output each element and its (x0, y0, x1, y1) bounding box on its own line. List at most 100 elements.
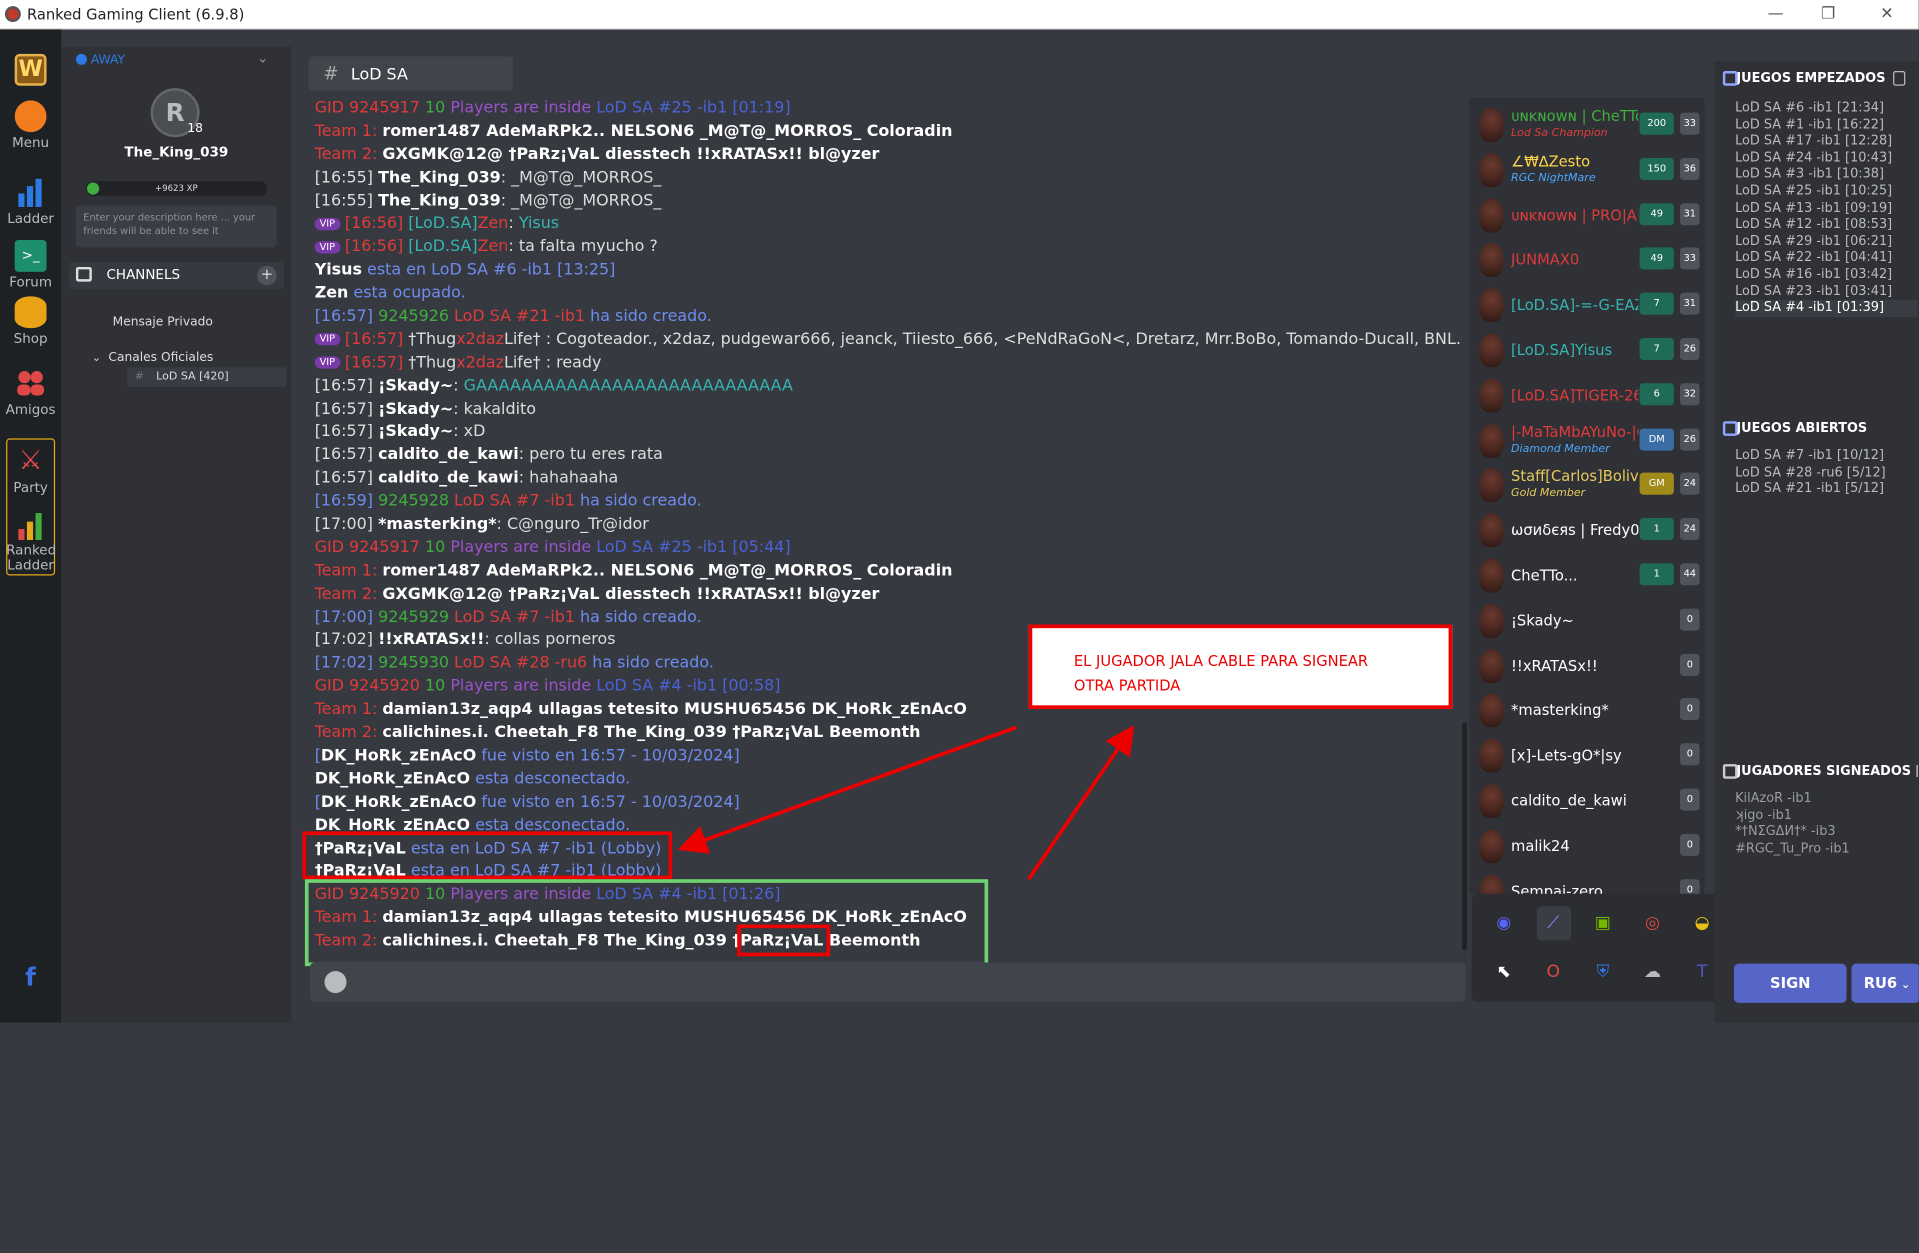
opera-icon[interactable]: O (1536, 955, 1570, 989)
game-item[interactable]: LoD SA #6 -ib1 [21:34] (1735, 100, 1917, 117)
level-badge: 32 (1680, 383, 1700, 406)
user-avatar-icon (1479, 287, 1504, 323)
cloud-off-icon[interactable]: ☁ (1635, 955, 1669, 989)
user-row[interactable]: ¡Skady~ 0 (1469, 599, 1704, 643)
game-item[interactable]: #RGC_Tu_Pro -ib1 (1735, 841, 1917, 858)
user-row[interactable]: [LoD.SA]Yisus 7 26 (1469, 328, 1704, 372)
game-item[interactable]: LoD SA #12 -ib1 [08:53] (1735, 217, 1917, 234)
user-row[interactable]: [LoD.SA]TIGER-26066 32 (1469, 373, 1704, 417)
user-avatar-icon (1479, 197, 1504, 233)
rank-badge: 6 (1639, 383, 1674, 406)
user-name: !!xRATASx!! (1511, 657, 1598, 675)
game-item[interactable]: LoD SA #7 -ib1 [10/12] (1735, 448, 1917, 465)
user-name: JUNMAX0 (1511, 251, 1580, 269)
game-item[interactable]: LoD SA #29 -ib1 [06:21] (1735, 234, 1917, 251)
rank-badge: 1 (1639, 563, 1674, 586)
system-tray-popup: ◉ ⟋ ▣ ◎ ◒ ⬉ O ⛨ ☁ T (1471, 893, 1734, 1002)
user-avatar-icon (1479, 152, 1504, 188)
game-item[interactable]: LoD SA #4 -ib1 [01:39] (1735, 300, 1918, 317)
games-started-list: LoD SA #6 -ib1 [21:34] LoD SA #1 -ib1 [16… (1719, 100, 1918, 317)
user-row[interactable]: CheTTo... 1 44 (1469, 553, 1704, 597)
user-name: [LoD.SA]Yisus (1511, 341, 1613, 359)
user-row[interactable]: JUNMAX0 49 33 (1469, 238, 1704, 282)
game-item[interactable]: LoD SA #1 -ib1 [16:22] (1735, 117, 1917, 134)
games-started-section: JUEGOS EMPEZADOS LoD SA #6 -ib1 [21:34] L… (1719, 64, 1918, 317)
app-window: Ranked Gaming Client (6.9.8) — ❐ ✕ W Men… (0, 0, 1919, 1023)
user-name: Sempai-zero (1511, 882, 1603, 894)
level-badge: 0 (1680, 743, 1700, 766)
feather-icon[interactable]: ⟋ (1536, 906, 1571, 941)
level-badge: 26 (1680, 428, 1700, 451)
games-open-icon (1722, 421, 1738, 436)
user-avatar-icon (1479, 468, 1504, 503)
user-list-scrollbar[interactable] (1462, 722, 1467, 951)
user-row[interactable]: [x]-Lets-gO*|sy 0 (1469, 734, 1704, 778)
level-badge: 24 (1680, 518, 1700, 541)
game-item[interactable]: ʞigo -ib1 (1735, 808, 1917, 825)
rank-badge: 7 (1639, 292, 1674, 315)
discord-icon[interactable]: ◉ (1487, 906, 1521, 940)
user-row[interactable]: |-MaTaMbAYuNo-|C Diamond Member DM 26 (1469, 418, 1704, 462)
user-row[interactable]: ᴜɴᴋɴᴏᴡɴ | CheTToBa Lod Sa Champion 200 33 (1469, 103, 1704, 147)
game-item[interactable]: LoD SA #23 -ib1 [03:41] (1735, 284, 1917, 301)
rank-badge: 1 (1639, 518, 1674, 541)
recorder-icon[interactable]: ◎ (1635, 906, 1669, 940)
game-item[interactable]: LoD SA #22 -ib1 [04:41] (1735, 250, 1917, 267)
user-avatar-icon (1479, 693, 1504, 728)
user-name: ᴜɴᴋɴᴏᴡɴ | CheTToBa (1511, 107, 1638, 125)
user-row[interactable]: ᴜɴᴋɴᴏᴡɴ | PRO|ALBI49 31 (1469, 193, 1704, 237)
sign-button[interactable]: SIGN (1733, 963, 1847, 1003)
user-avatar-icon (1479, 423, 1504, 458)
user-row[interactable]: !!xRATASx!! 0 (1469, 644, 1704, 688)
arrow-cursor-icon[interactable]: ⬉ (1487, 955, 1521, 989)
emoji-icon[interactable] (324, 971, 347, 994)
game-item[interactable]: KilAzoR -ib1 (1735, 791, 1917, 808)
level-badge: 0 (1680, 698, 1700, 721)
user-name: ωσиδєяѕ | Fredy013 (1511, 521, 1639, 540)
game-item[interactable]: *†NΣGΔИ†* -ib3 (1735, 824, 1917, 841)
level-badge: 31 (1680, 202, 1700, 225)
user-avatar-icon (1479, 828, 1504, 864)
shield-warning-icon[interactable]: ⛨ (1586, 955, 1620, 989)
user-avatar-icon (1479, 783, 1504, 818)
games-open-section: JUEGOS ABIERTOS LoD SA #7 -ib1 [10/12] Lo… (1719, 414, 1917, 498)
game-item[interactable]: LoD SA #28 -ru6 [5/12] (1735, 465, 1917, 482)
games-started-header: JUEGOS EMPEZADOS (1719, 64, 1917, 93)
user-row[interactable]: [LoD.SA]-=-G-EAZY-=-7 31 (1469, 283, 1704, 327)
game-item[interactable]: LoD SA #24 -ib1 [10:43] (1735, 150, 1917, 167)
user-row[interactable]: Staff[Carlos]Bolivia Gold Member GM 24 (1469, 463, 1704, 507)
user-avatar-icon (1479, 513, 1504, 548)
games-open-header: JUEGOS ABIERTOS (1719, 414, 1917, 443)
game-item[interactable]: LoD SA #21 -ib1 [5/12] (1735, 481, 1917, 498)
game-item[interactable]: LoD SA #3 -ib1 [10:38] (1735, 167, 1917, 184)
user-title: Lod Sa Champion (1511, 127, 1608, 140)
level-badge: 0 (1680, 878, 1700, 894)
user-row[interactable]: ωσиδєяѕ | Fredy0131 24 (1469, 508, 1704, 552)
signed-section: JUGADORES SIGNEADOS [3/1 KilAzoR -ib1ʞig… (1719, 757, 1918, 858)
user-row[interactable]: Sempai-zero 0 (1469, 869, 1704, 894)
nvidia-icon[interactable]: ▣ (1586, 906, 1620, 940)
game-item[interactable]: LoD SA #25 -ib1 [10:25] (1735, 184, 1917, 201)
game-item[interactable]: LoD SA #13 -ib1 [09:19] (1735, 200, 1917, 217)
rank-badge: 7 (1639, 337, 1674, 361)
user-avatar-icon (1479, 107, 1504, 143)
game-item[interactable]: LoD SA #16 -ib1 [03:42] (1735, 267, 1917, 284)
level-badge: 36 (1680, 157, 1700, 180)
game-item[interactable]: LoD SA #17 -ib1 [12:28] (1735, 134, 1917, 151)
rank-badge: 49 (1639, 247, 1674, 270)
user-row[interactable]: ∠₩∆Zesto RGC NightMare 150 36 (1469, 148, 1704, 192)
rank-badge: DM (1639, 428, 1674, 451)
level-badge: 33 (1680, 247, 1700, 270)
settings-icon[interactable] (1893, 71, 1906, 86)
server-select[interactable]: RU6 ⌄ (1851, 963, 1919, 1003)
level-badge: 0 (1680, 788, 1700, 811)
user-row[interactable]: caldito_de_kawi 0 (1469, 779, 1704, 823)
rank-badge: 200 (1639, 112, 1674, 135)
user-row[interactable]: *masterking* 0 (1469, 689, 1704, 733)
user-name: ∠₩∆Zesto (1511, 152, 1591, 170)
user-avatar-icon (1479, 242, 1504, 278)
user-avatar-icon (1479, 333, 1504, 368)
chat-input[interactable] (309, 962, 1466, 1002)
user-row[interactable]: malik24 0 (1469, 824, 1704, 868)
level-badge: 0 (1680, 653, 1700, 676)
